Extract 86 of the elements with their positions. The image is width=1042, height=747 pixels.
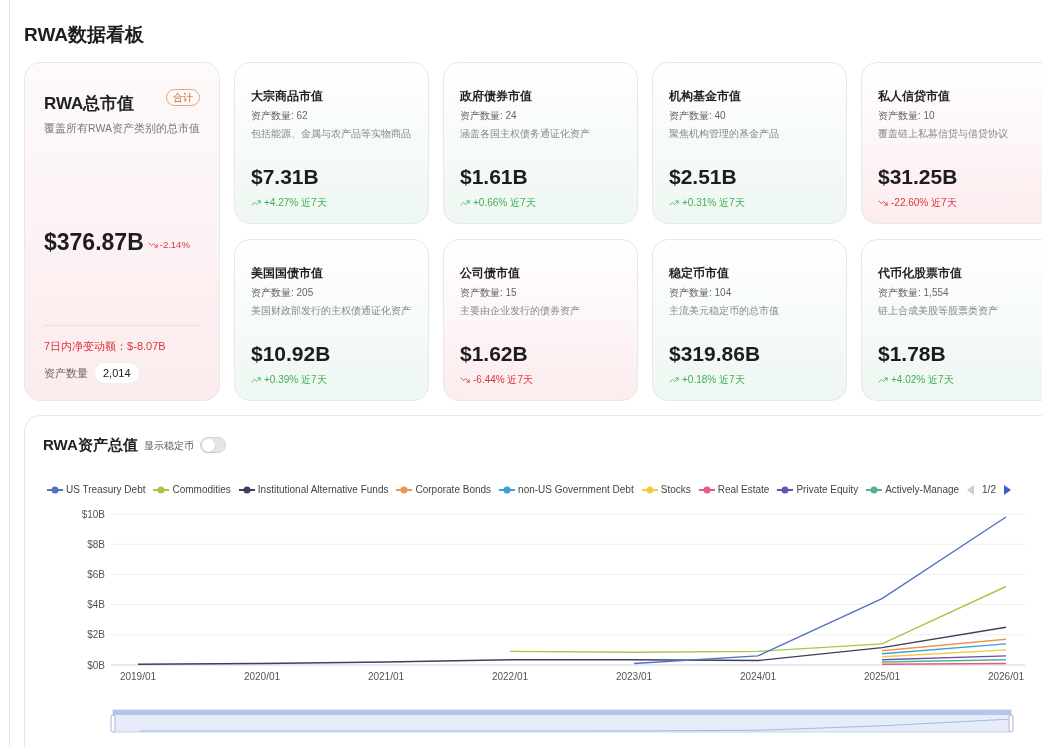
x-axis-label: 2019/01 — [119, 670, 157, 682]
y-axis-label: $4B — [87, 598, 105, 610]
y-axis-label: $0B — [87, 659, 105, 670]
card-title: 代币化股票市值 — [878, 265, 963, 281]
card-description: 主要由企业发行的债券资产 — [460, 304, 581, 317]
card-title: RWA总市值 — [44, 93, 135, 115]
change-text: -2.14% — [159, 238, 190, 252]
asset-count: 资产数量: 10 — [878, 109, 936, 122]
y-axis-label: $8B — [87, 538, 105, 550]
change-text: +4.02% 近7天 — [891, 373, 954, 386]
y-axis-label: $10B — [81, 508, 105, 519]
market-value: $1.78B — [878, 341, 947, 367]
x-axis-label: 2020/01 — [243, 670, 281, 682]
card-title: 私人信贷市值 — [878, 88, 951, 104]
asset-count: 资产数量: 62 — [251, 109, 309, 122]
x-axis-label: 2024/01 — [739, 670, 777, 682]
legend-item[interactable]: US Treasury Debt — [66, 482, 146, 497]
market-value: $1.62B — [460, 341, 529, 367]
page-title: RWA数据看板 — [24, 23, 145, 47]
asset-count: 资产数量: 24 — [460, 109, 518, 122]
market-value: $10.92B — [251, 341, 332, 367]
market-value: $319.86B — [669, 341, 762, 367]
asset-count: 资产数量: 40 — [669, 109, 727, 122]
card-description: 涵盖各国主权债务通证化资产 — [460, 127, 591, 140]
range-slider[interactable] — [110, 709, 1014, 732]
card-title: 机构基金市值 — [669, 88, 742, 104]
legend-marker-icon — [698, 485, 715, 494]
card-description: 链上合成美股等股票类资产 — [878, 304, 999, 317]
card-title: 公司债市值 — [460, 265, 521, 281]
legend-marker-icon — [153, 485, 170, 494]
change-text: +0.31% 近7天 — [682, 196, 745, 209]
card-title: 稳定币市值 — [669, 265, 730, 281]
total-value: $376.87B — [44, 228, 144, 257]
asset-count: 资产数量: 15 — [460, 286, 518, 299]
legend-item[interactable]: Commodities — [172, 482, 231, 497]
asset-count: 资产数量: 1,554 — [878, 286, 950, 299]
change-text: +0.66% 近7天 — [473, 196, 536, 209]
chart-title: RWA资产总值 — [43, 435, 138, 455]
legend-item[interactable]: Real Estate — [717, 482, 770, 497]
x-axis-label: 2022/01 — [491, 670, 529, 682]
legend-item[interactable]: Corporate Bonds — [415, 482, 492, 497]
toggle-label: 显示稳定币 — [143, 438, 194, 453]
legend-marker-icon — [47, 485, 63, 494]
card-title: 美国国债市值 — [251, 265, 324, 281]
legend-marker-icon — [238, 485, 255, 494]
legend-marker-icon — [777, 485, 794, 494]
market-value: $2.51B — [669, 164, 738, 190]
x-axis-label: 2023/01 — [615, 670, 653, 682]
legend-item[interactable]: Institutional Alternative Funds — [257, 482, 389, 497]
legend-item[interactable]: non-US Government Debt — [518, 482, 634, 497]
legend-item[interactable]: Actively-Manage — [885, 482, 960, 497]
market-value: $31.25B — [878, 164, 959, 190]
legend-page: 1/2 — [982, 483, 996, 497]
net-change-text: 7日内净变动额：$-8.07B — [44, 339, 167, 354]
card-description: 包括能源、金属与农产品等实物商品 — [251, 127, 412, 140]
legend-marker-icon — [499, 485, 516, 494]
market-value: $1.61B — [460, 164, 529, 190]
x-axis-label: 2026/01 — [987, 670, 1025, 682]
market-value: $7.31B — [251, 164, 320, 190]
next-page-icon[interactable] — [1003, 484, 1011, 495]
card-title: 大宗商品市值 — [251, 88, 324, 104]
legend-marker-icon — [866, 485, 883, 494]
legend-marker-icon — [396, 485, 413, 494]
count-pill: 2,014 — [94, 361, 140, 384]
card-description: 覆盖链上私募信贷与借贷协议 — [878, 127, 1009, 140]
asset-count: 资产数量: 104 — [669, 286, 733, 299]
stablecoin-toggle[interactable] — [199, 437, 226, 454]
change-text: -22.60% 近7天 — [891, 196, 957, 209]
change-text: -6.44% 近7天 — [473, 373, 534, 386]
legend-item[interactable]: Private Equity — [796, 482, 859, 497]
card-subtitle: 覆盖所有RWA资产类别的总市值 — [44, 120, 200, 136]
y-axis-label: $2B — [87, 628, 105, 640]
card-description: 主流美元稳定币的总市值 — [669, 304, 780, 317]
x-axis-label: 2021/01 — [367, 670, 405, 682]
asset-count: 资产数量: 205 — [251, 286, 315, 299]
x-axis-label: 2025/01 — [863, 670, 901, 682]
legend-marker-icon — [641, 485, 658, 494]
change-text: +4.27% 近7天 — [264, 196, 327, 209]
count-label: 资产数量 — [44, 365, 88, 381]
y-axis-label: $6B — [87, 568, 105, 580]
card-title: 政府债券市值 — [460, 88, 533, 104]
card-description: 聚焦机构管理的基金产品 — [669, 127, 780, 140]
change-text: +0.18% 近7天 — [682, 373, 745, 386]
legend-item[interactable]: Stocks — [660, 482, 691, 497]
card-description: 美国财政部发行的主权债通证化资产 — [251, 304, 412, 317]
change-text: +0.39% 近7天 — [264, 373, 327, 386]
